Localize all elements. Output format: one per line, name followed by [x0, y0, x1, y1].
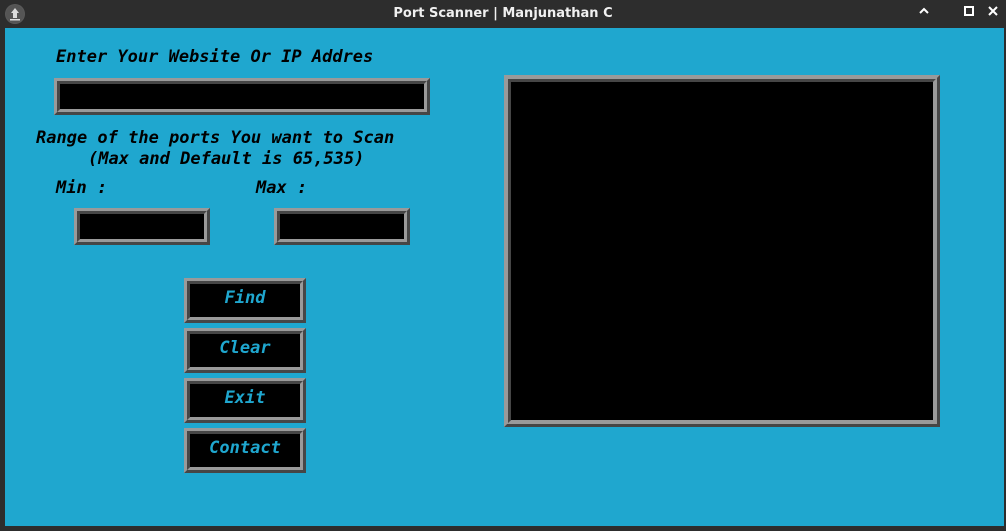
minimize-button[interactable] [914, 4, 934, 24]
window-border-bottom [0, 526, 1006, 531]
min-label: Min : [56, 178, 108, 198]
find-button[interactable]: Find [184, 278, 306, 323]
chevron-up-icon [919, 7, 929, 14]
contact-button[interactable]: Contact [184, 428, 306, 473]
maximize-button[interactable] [959, 4, 979, 24]
title-bar[interactable]: Port Scanner | Manjunathan C [0, 0, 1006, 28]
close-icon [988, 6, 998, 16]
website-label: Enter Your Website Or IP Addres [56, 47, 374, 67]
min-port-input[interactable] [80, 214, 204, 239]
exit-button[interactable]: Exit [184, 378, 306, 423]
maximize-icon [964, 6, 974, 16]
close-button[interactable] [983, 4, 1003, 24]
results-output-box[interactable] [504, 75, 940, 427]
window-border-left [0, 28, 5, 526]
website-input[interactable] [60, 84, 424, 109]
max-port-field[interactable] [274, 208, 410, 245]
max-label: Max : [256, 178, 308, 198]
min-port-field[interactable] [74, 208, 210, 245]
clear-button[interactable]: Clear [184, 328, 306, 373]
website-field[interactable] [54, 78, 430, 115]
app-window: Port Scanner | Manjunathan C Enter Your … [0, 0, 1006, 531]
range-label-line1: Range of the ports You want to Scan [36, 128, 395, 148]
window-title: Port Scanner | Manjunathan C [393, 6, 613, 21]
range-label-line2: (Max and Default is 65,535) [88, 149, 365, 169]
max-port-input[interactable] [280, 214, 404, 239]
